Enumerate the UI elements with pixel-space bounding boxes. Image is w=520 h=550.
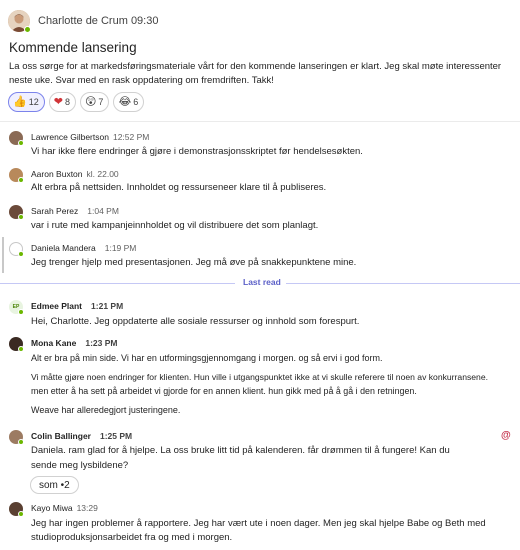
reply-meta: Kayo Miwa 13:29 xyxy=(31,503,98,513)
post-author-name: Charlotte de Crum xyxy=(38,15,128,27)
reply-meta: Sarah Perez 1:04 PM xyxy=(31,206,119,216)
reply-text: Alt er bra på min side. Vi har en utform… xyxy=(31,353,383,363)
laugh-icon: 😂 xyxy=(118,95,132,108)
reply-text: men etter å ha sett på arbeidet vi gjord… xyxy=(31,386,417,396)
presence-available-icon xyxy=(18,177,24,183)
mention-icon: @ xyxy=(501,430,511,441)
presence-available-icon xyxy=(18,251,24,257)
reply-author: Mona Kane xyxy=(31,338,77,348)
post-title: Kommende lansering xyxy=(9,40,137,55)
reply-author: Colin Ballinger xyxy=(31,431,91,441)
reply-avatar[interactable] xyxy=(9,205,24,220)
reply-text: sende meg lysbildene? xyxy=(31,460,129,471)
post-body-line: neste uke. Svar med en rask oppdatering … xyxy=(9,74,274,86)
reaction-laugh[interactable]: 😂 6 xyxy=(113,92,145,112)
presence-available-icon xyxy=(18,214,24,220)
reply-avatar[interactable] xyxy=(9,131,24,146)
reply-time: 12:52 PM xyxy=(112,132,150,142)
thumbs-up-icon: 👍 xyxy=(13,95,27,108)
presence-available-icon xyxy=(18,439,24,445)
reply-time: 1:25 PM xyxy=(99,431,133,441)
reply-text: Vi måtte gjøre noen endringer for klient… xyxy=(31,372,488,382)
post-divider xyxy=(0,121,520,122)
reaction-bar: 👍 12 ❤ 8 😲 7 😂 6 xyxy=(8,92,145,112)
post-author-and-time: Charlotte de Crum 09:30 xyxy=(38,15,158,27)
reaction-thumbs-up[interactable]: 👍 12 xyxy=(8,92,45,112)
presence-available-icon xyxy=(24,26,31,33)
reply-author: Lawrence Gilbertson xyxy=(31,132,109,142)
reaction-count: 7 xyxy=(98,97,104,107)
reply-avatar[interactable] xyxy=(9,337,24,352)
reply-time: 1:21 PM xyxy=(91,301,124,311)
reply-text: Weave har alleredegjort justeringene. xyxy=(31,405,181,415)
post-time: 09:30 xyxy=(130,15,159,27)
reaction-count: 12 xyxy=(28,97,39,107)
surprised-icon: 😲 xyxy=(84,95,97,108)
author-avatar[interactable] xyxy=(8,10,31,33)
reply-meta: Daniela Mandera 1:19 PM xyxy=(31,243,136,253)
reply-meta: Aaron Buxton kl. 22.00 xyxy=(31,169,119,179)
reply-meta: Edmee Plant 1:21 PM xyxy=(31,301,123,311)
reply-avatar[interactable] xyxy=(9,502,24,517)
last-read-divider: Last read xyxy=(0,277,520,289)
reaction-heart[interactable]: ❤ 8 xyxy=(48,92,76,112)
last-read-line xyxy=(0,283,235,284)
unread-indicator xyxy=(2,237,4,273)
reaction-count: 6 xyxy=(133,97,139,107)
reply-author: Daniela Mandera xyxy=(31,243,96,253)
reply-time: 13:29 xyxy=(76,503,98,513)
reaction-surprised[interactable]: 😲 7 xyxy=(79,92,110,112)
reaction-count: 8 xyxy=(64,97,70,107)
reply-text: studioproduksjonsarbeidet fra og med i m… xyxy=(31,532,233,543)
reply-avatar[interactable] xyxy=(9,242,24,257)
post-body-line: La oss sørge for at markedsføringsmateri… xyxy=(9,61,502,72)
reply-time: 1:23 PM xyxy=(85,338,118,348)
presence-available-icon xyxy=(18,346,24,352)
reply-text: Daniela. ram glad for å hjelpe. La oss b… xyxy=(31,445,450,456)
reply-avatar[interactable] xyxy=(9,430,24,445)
last-read-label: Last read xyxy=(243,277,281,287)
heart-icon: ❤ xyxy=(53,95,63,108)
presence-available-icon xyxy=(18,140,24,146)
post-body: La oss sørge for at markedsføringsmateri… xyxy=(9,60,509,87)
reply-author: Aaron Buxton xyxy=(31,169,83,179)
reply-meta: Mona Kane 1:23 PM xyxy=(31,338,117,348)
reply-time: 1:19 PM xyxy=(104,243,137,253)
reply-author: Sarah Perez xyxy=(31,206,79,216)
last-read-line xyxy=(286,283,520,284)
reply-author: Edmee Plant xyxy=(31,301,83,311)
presence-available-icon xyxy=(18,511,24,517)
reply-text: Vi har ikke flere endringer å gjøre i de… xyxy=(31,146,363,157)
reply-avatar[interactable]: EP xyxy=(9,300,24,315)
reply-avatar[interactable] xyxy=(9,168,24,183)
reply-time: kl. 22.00 xyxy=(86,169,119,179)
reply-text: Alt erbra på nettsiden. Innholdet og res… xyxy=(31,182,327,193)
inline-reaction-chip[interactable]: som •2 xyxy=(30,476,79,494)
reply-meta: Colin Ballinger 1:25 PM xyxy=(31,431,132,441)
reply-text: Jeg trenger hjelp med presentasjonen. Je… xyxy=(31,257,357,268)
reply-author: Kayo Miwa xyxy=(31,503,73,513)
reply-text: Jeg har ingen problemer å rapportere. Je… xyxy=(31,518,486,529)
post-header: Charlotte de Crum 09:30 xyxy=(8,10,158,33)
reply-time: 1:04 PM xyxy=(87,206,119,216)
reply-meta: Lawrence Gilbertson 12:52 PM xyxy=(31,132,149,142)
presence-available-icon xyxy=(18,309,24,315)
reply-text: Hei, Charlotte. Jeg oppdaterte alle sosi… xyxy=(31,316,360,327)
reply-text: var i rute med kampanjeinnholdet og vil … xyxy=(31,220,319,231)
